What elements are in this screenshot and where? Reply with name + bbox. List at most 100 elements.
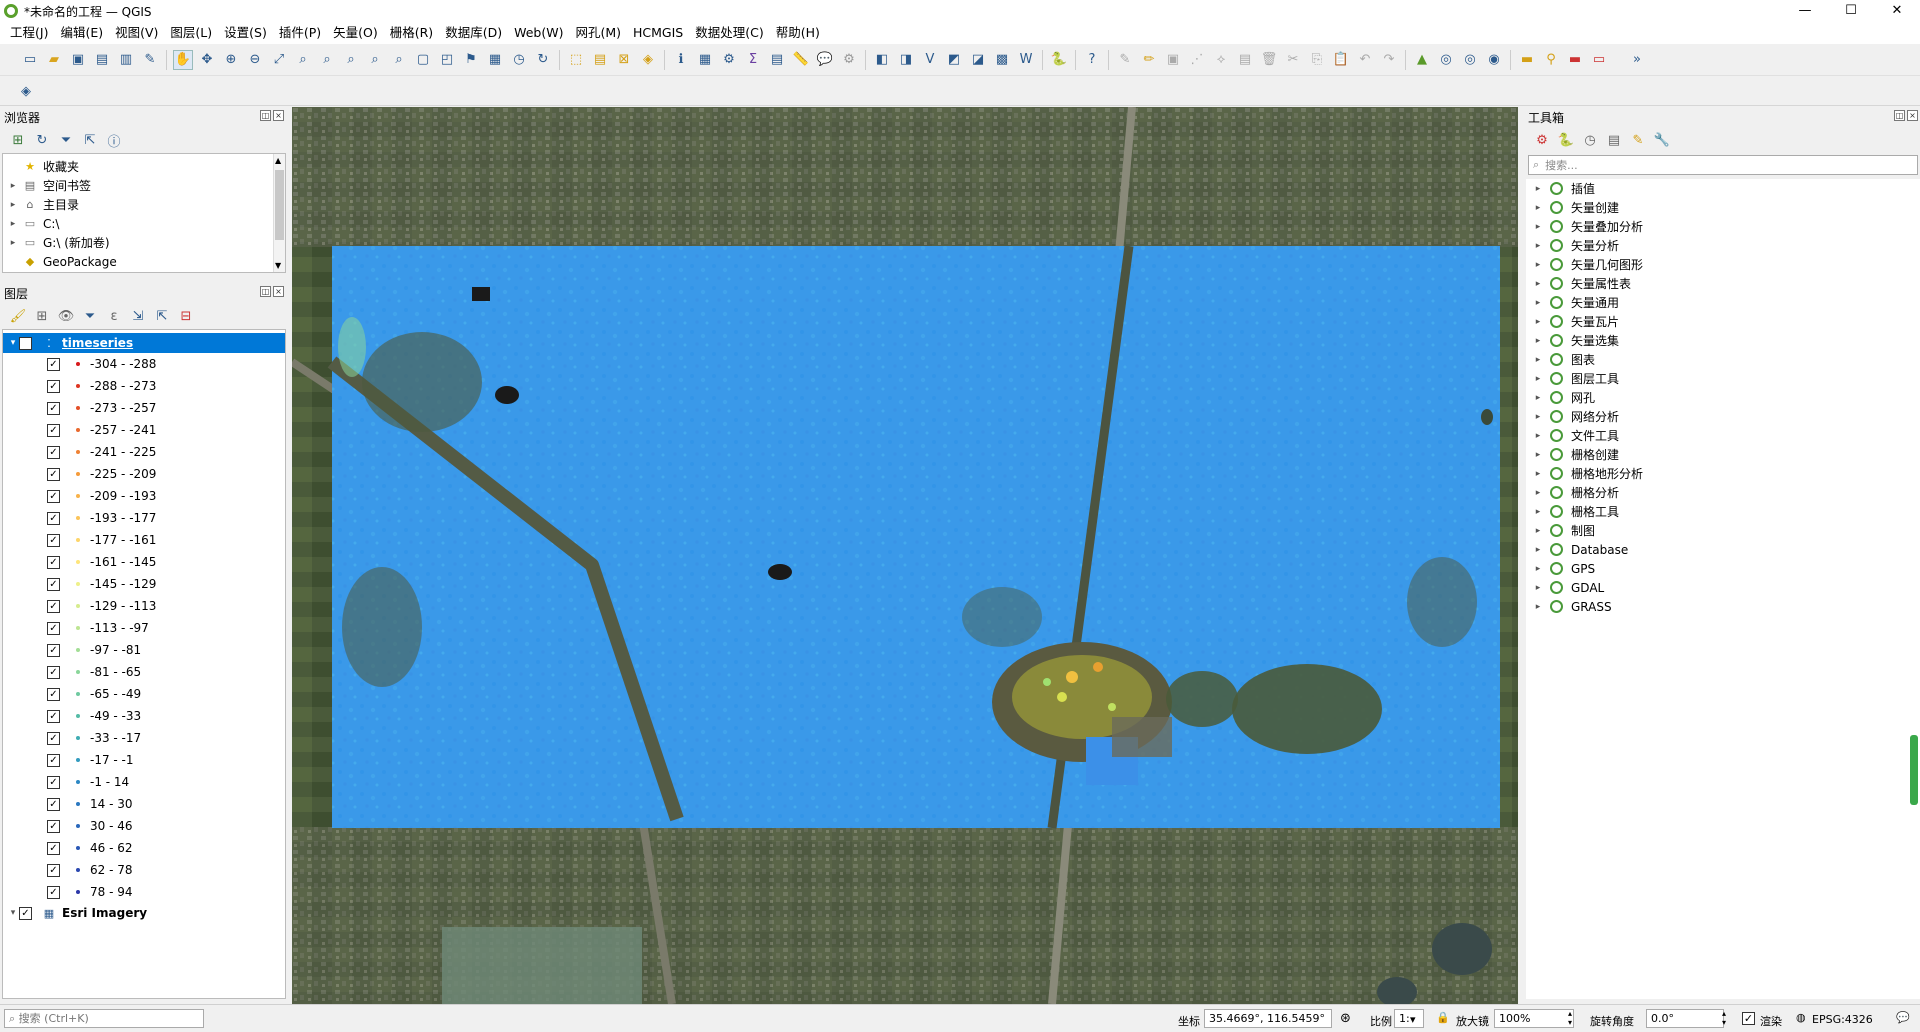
- collapse-all-icon[interactable]: ⇱: [80, 130, 100, 150]
- legend-class-row[interactable]: ✓ 62 - 78: [3, 859, 285, 881]
- browser-item-g-drive[interactable]: ▸ ▭ G:\ (新加卷): [3, 233, 285, 252]
- legend-class-checkbox[interactable]: ✓: [47, 489, 60, 503]
- menu-edit[interactable]: 编辑(E): [54, 22, 109, 44]
- close-button[interactable]: ✕: [1874, 0, 1920, 22]
- legend-class-checkbox[interactable]: ✓: [47, 511, 60, 525]
- spin-arrows-icon[interactable]: ▴ ▾: [1722, 1009, 1726, 1027]
- legend-class-row[interactable]: ✓ 46 - 62: [3, 837, 285, 859]
- layer-row-esri-imagery[interactable]: ▾ ✓ ▦ Esri Imagery: [3, 903, 285, 923]
- statistics-icon[interactable]: Σ: [743, 50, 763, 70]
- undo-icon[interactable]: ↶: [1355, 50, 1375, 70]
- legend-class-checkbox[interactable]: ✓: [47, 819, 60, 833]
- legend-class-row[interactable]: ✓ -33 - -17: [3, 727, 285, 749]
- menu-view[interactable]: 视图(V): [109, 22, 164, 44]
- network-icon[interactable]: ◎: [1436, 50, 1456, 70]
- models-icon[interactable]: ⚙: [1532, 130, 1552, 150]
- legend-class-row[interactable]: ✓ -129 - -113: [3, 595, 285, 617]
- copy-features-icon[interactable]: ⎘: [1307, 50, 1327, 70]
- refresh-icon[interactable]: ↻: [533, 50, 553, 70]
- legend-class-row[interactable]: ✓ -17 - -1: [3, 749, 285, 771]
- collapse-arrow-icon[interactable]: ▾: [7, 908, 19, 918]
- toggle-editing-icon[interactable]: ✏: [1139, 50, 1159, 70]
- toolbox-provider-item[interactable]: ▸ 矢量选集: [1526, 331, 1920, 350]
- extents-toggle-icon[interactable]: ⊛: [1340, 1011, 1351, 1026]
- expand-arrow-icon[interactable]: ▸: [1532, 412, 1544, 422]
- zoom-native-icon[interactable]: ⌕: [341, 50, 361, 70]
- data-source-manager-icon[interactable]: ◧: [872, 50, 892, 70]
- cut-features-icon[interactable]: ✂: [1283, 50, 1303, 70]
- layer-visibility-checkbox[interactable]: ✓: [19, 906, 32, 920]
- legend-class-checkbox[interactable]: ✓: [47, 467, 60, 481]
- new-map-view-icon[interactable]: ▢: [413, 50, 433, 70]
- menu-mesh[interactable]: 网孔(M): [569, 22, 627, 44]
- expand-arrow-icon[interactable]: ▸: [7, 238, 19, 248]
- toolbox-scroll-thumb[interactable]: [1910, 735, 1918, 805]
- toolbox-provider-item[interactable]: ▸ 栅格分析: [1526, 483, 1920, 502]
- legend-class-row[interactable]: ✓ -257 - -241: [3, 419, 285, 441]
- label-icon[interactable]: ▬: [1517, 50, 1537, 70]
- legend-class-row[interactable]: ✓ -113 - -97: [3, 617, 285, 639]
- style-brush-icon[interactable]: 🖌: [8, 306, 28, 326]
- lock-scale-icon[interactable]: 🔒: [1436, 1011, 1450, 1024]
- expand-arrow-icon[interactable]: ▸: [7, 181, 19, 191]
- pan-icon[interactable]: ✋: [173, 49, 193, 70]
- scale-combo[interactable]: 1:: [1394, 1009, 1424, 1028]
- select-features-icon[interactable]: ⬚: [566, 50, 586, 70]
- rotation-spinbox[interactable]: 0.0°: [1646, 1009, 1724, 1028]
- expand-arrow-icon[interactable]: ▸: [1532, 355, 1544, 365]
- toolbox-provider-item[interactable]: ▸ 图表: [1526, 350, 1920, 369]
- annotation-icon[interactable]: 💬: [815, 50, 835, 70]
- expand-arrow-icon[interactable]: ▸: [7, 219, 19, 229]
- field-calculator-icon[interactable]: ⚙: [719, 50, 739, 70]
- toolbox-provider-item[interactable]: ▸ 矢量几何图形: [1526, 255, 1920, 274]
- float-panel-icon[interactable]: ◫: [1894, 110, 1905, 121]
- toolbox-provider-item[interactable]: ▸ 网孔: [1526, 388, 1920, 407]
- options-wrench-icon[interactable]: 🔧: [1652, 130, 1672, 150]
- delete-selected-icon[interactable]: 🗑: [1259, 50, 1279, 70]
- menu-vector[interactable]: 矢量(O): [327, 22, 384, 44]
- add-group-icon[interactable]: ⊞: [32, 306, 52, 326]
- add-wfs-icon[interactable]: W: [1016, 50, 1036, 70]
- legend-class-row[interactable]: ✓ -241 - -225: [3, 441, 285, 463]
- menu-project[interactable]: 工程(J): [4, 22, 54, 44]
- browser-scroll-thumb[interactable]: [275, 170, 284, 240]
- filter-legend-icon[interactable]: ⏷: [80, 306, 100, 326]
- add-selected-layers-icon[interactable]: ⊞: [8, 130, 28, 150]
- minimize-button[interactable]: —: [1782, 0, 1828, 22]
- select-by-value-icon[interactable]: ▤: [590, 50, 610, 70]
- help-icon[interactable]: ?: [1082, 50, 1102, 70]
- toolbox-provider-item[interactable]: ▸ Database: [1526, 540, 1920, 559]
- legend-class-row[interactable]: ✓ 30 - 46: [3, 815, 285, 837]
- legend-class-row[interactable]: ✓ 78 - 94: [3, 881, 285, 903]
- render-checkbox[interactable]: ✓: [1742, 1012, 1755, 1025]
- float-panel-icon[interactable]: ◫: [260, 110, 271, 121]
- toolbox-scrollbar[interactable]: [1908, 179, 1920, 999]
- pan-to-selection-icon[interactable]: ✥: [197, 50, 217, 70]
- toolbox-provider-item[interactable]: ▸ 网络分析: [1526, 407, 1920, 426]
- expand-arrow-icon[interactable]: ▸: [1532, 241, 1544, 251]
- scroll-down-icon[interactable]: ▼: [275, 261, 281, 270]
- temporal-controller-icon[interactable]: ◷: [509, 50, 529, 70]
- legend-class-row[interactable]: ✓ -81 - -65: [3, 661, 285, 683]
- browser-item-c-drive[interactable]: ▸ ▭ C:\: [3, 214, 285, 233]
- toolbox-provider-item[interactable]: ▸ GDAL: [1526, 578, 1920, 597]
- scroll-up-icon[interactable]: ▲: [275, 156, 281, 165]
- legend-class-checkbox[interactable]: ✓: [47, 709, 60, 723]
- layer-row-timeseries[interactable]: ▾ ✓ ⁚ timeseries: [3, 333, 285, 353]
- save-as-icon[interactable]: ▤: [92, 50, 112, 70]
- expand-arrow-icon[interactable]: ▸: [1532, 279, 1544, 289]
- zoom-layer-icon[interactable]: ⌕: [317, 50, 337, 70]
- save-edits-icon[interactable]: ▣: [1163, 50, 1183, 70]
- expand-arrow-icon[interactable]: ▸: [1532, 431, 1544, 441]
- legend-class-checkbox[interactable]: ✓: [47, 533, 60, 547]
- legend-class-row[interactable]: ✓ -97 - -81: [3, 639, 285, 661]
- zoom-in-icon[interactable]: ⊕: [221, 50, 241, 70]
- legend-class-row[interactable]: ✓ -177 - -161: [3, 529, 285, 551]
- style-manager-icon[interactable]: ✎: [140, 50, 160, 70]
- legend-class-row[interactable]: ✓ -145 - -129: [3, 573, 285, 595]
- properties-icon[interactable]: ⓘ: [104, 130, 124, 150]
- expand-arrow-icon[interactable]: ▸: [1532, 222, 1544, 232]
- menu-raster[interactable]: 栅格(R): [384, 22, 439, 44]
- new-project-icon[interactable]: ▭: [20, 50, 40, 70]
- legend-class-row[interactable]: ✓ -161 - -145: [3, 551, 285, 573]
